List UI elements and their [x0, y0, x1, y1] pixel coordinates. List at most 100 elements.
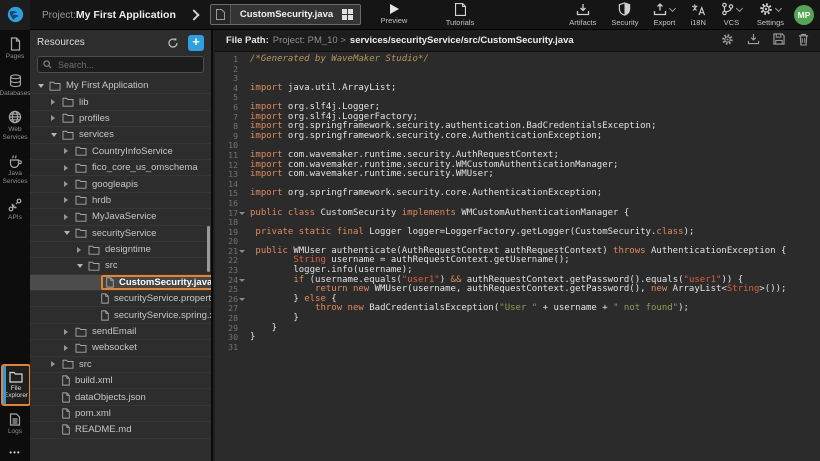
tree-item-sendemail[interactable]: sendEmail — [30, 324, 211, 340]
fold-marker-icon[interactable] — [239, 250, 245, 253]
collapse-arrow-icon[interactable] — [51, 99, 62, 105]
add-resource-button[interactable]: + — [188, 35, 204, 51]
wavemaker-logo[interactable] — [0, 0, 30, 30]
export-icon — [653, 3, 667, 16]
tree-item-label: sendEmail — [92, 326, 136, 337]
fold-marker-icon[interactable] — [239, 279, 245, 282]
tree-item-readme-md[interactable]: README.md — [30, 422, 211, 438]
tree-item-customsecurity-java[interactable]: CustomSecurity.java — [30, 275, 211, 291]
selected-file-highlight: CustomSecurity.java — [101, 275, 211, 290]
fold-marker-icon[interactable] — [239, 212, 245, 215]
code-line-text: throw new BadCredentialsException("User … — [241, 304, 689, 314]
file-tree-icon — [62, 424, 70, 435]
project-name: My First Application — [76, 9, 176, 21]
project-breadcrumb[interactable]: Project:My First Application — [42, 9, 176, 21]
code-line-text: } — [241, 333, 255, 343]
code-line-text: /*Generated by WaveMaker Studio*/ — [241, 55, 429, 65]
collapse-arrow-icon[interactable] — [77, 247, 88, 253]
tree-item-lib[interactable]: lib — [30, 94, 211, 110]
tree-scrollbar-thumb[interactable] — [207, 226, 210, 272]
artifacts-icon — [576, 3, 590, 16]
sidebar-item-java-services[interactable]: Java Services — [0, 147, 30, 191]
tree-item-label: CustomSecurity.java — [119, 277, 211, 288]
collapse-arrow-icon[interactable] — [64, 181, 75, 187]
expand-arrow-icon[interactable] — [77, 264, 88, 268]
code-line-text — [241, 343, 250, 353]
trash-icon — [798, 33, 809, 46]
gear-icon — [721, 33, 734, 46]
delete-file-button[interactable] — [798, 33, 809, 49]
artifacts-button[interactable]: Artifacts — [569, 2, 596, 27]
file-path-bar: File Path: Project: PM_10 > services/sec… — [215, 30, 820, 52]
sidebar-item-logs[interactable]: Logs — [0, 406, 30, 442]
grid-icon[interactable] — [342, 9, 360, 20]
sidebar-item-databases[interactable]: Databases — [0, 67, 30, 104]
tree-item-label: pom.xml — [75, 408, 111, 419]
wavemaker-logo-icon — [7, 6, 24, 23]
expand-arrow-icon[interactable] — [51, 133, 62, 137]
collapse-arrow-icon[interactable] — [51, 115, 62, 121]
fold-marker-icon[interactable] — [239, 298, 245, 301]
tree-item-label: services — [79, 129, 114, 140]
tree-item-src[interactable]: src — [30, 357, 211, 373]
tree-item-securityservice-spring-xml[interactable]: securityService.spring.xml — [30, 307, 211, 323]
more-options-button[interactable]: ••• — [0, 448, 30, 457]
tree-item-profiles[interactable]: profiles — [30, 111, 211, 127]
tree-item-securityservice[interactable]: securityService — [30, 226, 211, 242]
collapse-arrow-icon[interactable] — [64, 165, 75, 171]
collapse-arrow-icon[interactable] — [64, 214, 75, 220]
tree-item-designtime[interactable]: designtime — [30, 242, 211, 258]
collapse-arrow-icon[interactable] — [64, 345, 75, 351]
tree-item-my-first-application[interactable]: My First Application — [30, 78, 211, 94]
tree-item-hrdb[interactable]: hrdb — [30, 193, 211, 209]
save-file-button[interactable] — [773, 33, 785, 48]
collapse-arrow-icon[interactable] — [64, 329, 75, 335]
expand-arrow-icon[interactable] — [64, 231, 75, 235]
sidebar-item-web-services[interactable]: Web Services — [0, 103, 30, 147]
file-path-project: Project: PM_10 > — [273, 35, 346, 46]
tree-item-fico-core-us-omschema[interactable]: fico_core_us_omschema — [30, 160, 211, 176]
open-file-tab[interactable]: CustomSecurity.java — [210, 4, 361, 25]
tree-item-myjavaservice[interactable]: MyJavaService — [30, 209, 211, 225]
sidebar-item-pages[interactable]: Pages — [0, 30, 30, 67]
tree-item-label: MyJavaService — [92, 211, 156, 222]
export-button[interactable]: Export — [653, 2, 675, 27]
download-file-button[interactable] — [747, 33, 760, 48]
i18n-button[interactable]: i18N — [690, 2, 705, 27]
tree-item-src[interactable]: src — [30, 258, 211, 274]
search-input[interactable] — [56, 59, 186, 71]
tree-item-build-xml[interactable]: build.xml — [30, 373, 211, 389]
sidebar-item-file-explorer[interactable]: File Explorer — [1, 364, 31, 406]
file-tree-icon — [101, 310, 109, 321]
refresh-icon[interactable] — [167, 37, 179, 49]
vcs-button[interactable]: VCS — [721, 2, 742, 27]
settings-button[interactable]: Settings — [757, 2, 784, 27]
tree-item-pom-xml[interactable]: pom.xml — [30, 406, 211, 422]
user-avatar[interactable]: MP — [794, 5, 814, 25]
tree-item-securityservice-properties[interactable]: securityService.properties — [30, 291, 211, 307]
preview-button[interactable]: Preview — [370, 3, 418, 25]
collapse-arrow-icon[interactable] — [64, 197, 75, 203]
wavemaker-studio-window: Project:My First Application CustomSecur… — [0, 0, 820, 461]
folder-icon — [62, 97, 74, 107]
tree-item-websocket[interactable]: websocket — [30, 340, 211, 356]
tree-item-label: designtime — [105, 244, 151, 255]
collapse-arrow-icon[interactable] — [51, 361, 62, 367]
file-settings-button[interactable] — [721, 33, 734, 49]
code-editor[interactable]: 1/*Generated by WaveMaker Studio*/234imp… — [215, 52, 820, 461]
folder-icon — [75, 146, 87, 156]
collapse-arrow-icon[interactable] — [64, 148, 75, 154]
tree-item-googleapis[interactable]: googleapis — [30, 176, 211, 192]
code-line-text: } — [241, 324, 277, 334]
tree-item-dataobjects-json[interactable]: dataObjects.json — [30, 389, 211, 405]
security-button[interactable]: Security — [611, 2, 638, 27]
logs-icon — [9, 413, 21, 426]
expand-arrow-icon[interactable] — [38, 84, 49, 88]
tree-item-countryinfoservice[interactable]: CountryInfoService — [30, 144, 211, 160]
top-bar: Project:My First Application CustomSecur… — [0, 0, 820, 30]
tutorials-button[interactable]: Tutorials — [436, 3, 484, 27]
tree-item-services[interactable]: services — [30, 127, 211, 143]
sidebar-item-apis[interactable]: APIs — [0, 191, 30, 228]
resource-search[interactable] — [37, 56, 204, 73]
i18n-label: i18N — [690, 18, 705, 27]
